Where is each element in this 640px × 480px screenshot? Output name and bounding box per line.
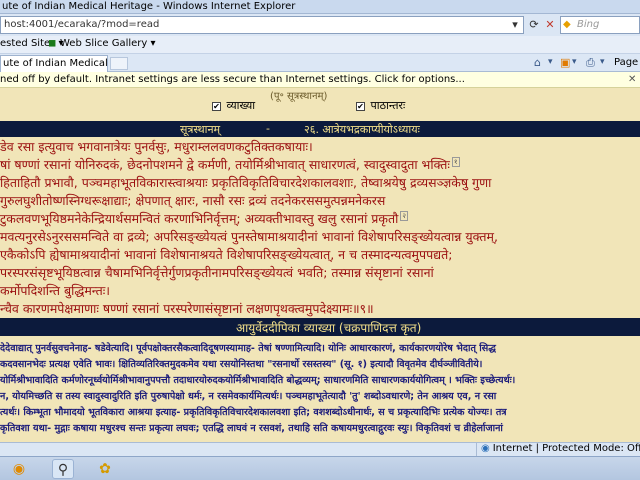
chapter-heading: सूत्रस्थानम् - २६. आत्रेयभद्रकाप्यीयोऽध्… (0, 121, 640, 137)
magnifier-icon[interactable]: ⚲ (52, 459, 74, 479)
chevron-down-icon[interactable]: ▾ (600, 57, 605, 67)
refresh-icon[interactable]: ⟳ (527, 18, 541, 32)
favorites-bar: ested Sites ▾ ◼ Web Slice Gallery ▾ (0, 36, 640, 54)
url-field[interactable]: host:4001/ecaraka/?mod=read (0, 16, 524, 34)
stop-icon[interactable]: ✕ (543, 18, 557, 32)
fav-label: Web Slice Gallery (60, 38, 148, 49)
commentary-line: देदेवाद्यात् पुनर्वसुवचनेनाह- षडेवेत्याद… (0, 343, 496, 354)
section-name: सूत्रस्थानम् (180, 123, 221, 136)
address-bar: host:4001/ecaraka/?mod=read ▾ ⟳ ✕ ◆ Bing (0, 14, 640, 36)
mula-line: हिताहितौ प्रभावौ, पञ्चमहाभूतविकारास्त्वा… (0, 175, 492, 190)
bing-icon: ◆ (563, 19, 571, 30)
dropdown-arrow-icon[interactable]: ▾ (508, 18, 522, 32)
commentary-line: त्यर्थः। किम्भूता भौमादयो भूतविकारा आश्र… (0, 407, 507, 418)
mula-line: टुकलवणभूयिष्ठमनेकेन्द्रियार्थसमन्वितं कर… (0, 210, 409, 226)
chevron-down-icon[interactable]: ▾ (548, 57, 553, 67)
status-bar: ◉ Internet | Protected Mode: Off (0, 442, 640, 457)
home-icon[interactable]: ⌂ (534, 56, 541, 69)
search-placeholder: Bing (577, 19, 600, 30)
top-fragment: (पू॰ सूत्रस्थानम्) (270, 91, 328, 102)
footnote-icon[interactable]: २ (400, 210, 409, 221)
tab-active[interactable]: ute of Indian Medical ... (0, 55, 121, 72)
mula-line: परस्परसंसृष्टभूयिष्ठत्वान्न चैषामभिनिर्व… (0, 265, 434, 280)
zone-text: Internet | Protected Mode: Off (492, 443, 640, 454)
print-icon[interactable]: ⎙ (586, 56, 595, 70)
page-content: (पू॰ सूत्रस्थानम्) ✔ व्याख्या ✔ पाठान्तर… (0, 88, 640, 442)
media-player-icon[interactable]: ◉ (8, 459, 30, 479)
info-bar-message: ned off by default. Intranet settings ar… (0, 74, 465, 85)
mula-line: न्चैव कारणमपेक्षमाणाः षण्णां रसानां परस्… (0, 301, 374, 316)
feeds-icon[interactable]: ▣ (560, 56, 570, 69)
footnote-icon[interactable]: १ (451, 156, 460, 167)
commentary-title: आयुर्वेददीपिका व्याख्या (चक्रपाणिदत्त कृ… (236, 321, 422, 335)
commentary-line: कदवसानभेदः प्रत्यक्ष एवेति भावः। क्षितिव… (0, 359, 483, 370)
search-field[interactable]: ◆ Bing (560, 16, 640, 34)
mula-line: मवत्यनुरसेऽनुरससमन्विते वा द्रव्ये; अपरि… (0, 229, 498, 244)
mula-line: षां षण्णां रसानां योनिरुदकं, छेदनोपशमने … (0, 156, 460, 172)
flower-app-icon[interactable]: ✿ (94, 459, 116, 479)
url-text: host:4001/ecaraka/?mod=read (4, 19, 160, 30)
taskbar: ◉ ⚲ ✿ (0, 456, 640, 480)
checkbox-commentary[interactable]: ✔ (212, 101, 221, 111)
option-label: पाठान्तरः (370, 99, 406, 112)
close-icon[interactable]: ✕ (628, 74, 636, 85)
tab-row: ute of Indian Medical ... ⌂ ▾ ▣ ▾ ⎙ ▾ Pa… (0, 54, 640, 72)
commentary-line: योर्मिश्रीभावादिति कर्मणोरनूर्ध्वयोर्मिश… (0, 375, 516, 386)
web-slice-icon: ◼ (48, 38, 57, 49)
window-title: ute of Indian Medical Heritage - Windows… (2, 1, 296, 12)
chapter-name: २६. आत्रेयभद्रकाप्यीयोऽध्यायः (304, 123, 420, 136)
mula-line: एकैकोऽपि ह्येषामाश्रयादीनां भावानां विशे… (0, 247, 453, 262)
commentary-line: न, योयमिच्छति स तस्य स्वादुस्वादुरिति इत… (0, 391, 497, 402)
new-tab-button[interactable] (110, 57, 128, 70)
fav-item-web-slice-gallery[interactable]: Web Slice Gallery ▾ (60, 38, 156, 49)
commentary-heading: आयुर्वेददीपिका व्याख्या (चक्रपाणिदत्त कृ… (0, 318, 640, 336)
mula-line: डेव रसा इत्युवाच भगवानात्रेयः पुनर्वसुः,… (0, 139, 313, 154)
info-bar[interactable]: ned off by default. Intranet settings ar… (0, 72, 640, 88)
title-bar: ute of Indian Medical Heritage - Windows… (0, 0, 640, 14)
chevron-down-icon[interactable]: ▾ (572, 57, 577, 67)
commentary-line: कृतिवशा यथा- मुद्गाः कषाया मधुरश्च सन्तः… (0, 423, 503, 434)
option-label: व्याख्या (226, 99, 256, 112)
option-commentary[interactable]: ✔ व्याख्या (212, 98, 255, 113)
security-zone[interactable]: ◉ Internet | Protected Mode: Off (476, 443, 640, 457)
page-menu[interactable]: Page (614, 57, 638, 68)
mula-line: कर्मोपदिशन्ति बुद्धिमन्तः। (0, 283, 111, 298)
checkbox-variant-readings[interactable]: ✔ (356, 101, 365, 111)
globe-icon: ◉ (481, 443, 490, 454)
mula-line: गुरुलघुशीतोष्णस्निग्धरूक्षाद्याः; क्षेपण… (0, 193, 386, 208)
heading-dash: - (266, 122, 270, 135)
tab-title: ute of Indian Medical ... (3, 58, 121, 69)
option-variant-readings[interactable]: ✔ पाठान्तरः (356, 98, 405, 113)
